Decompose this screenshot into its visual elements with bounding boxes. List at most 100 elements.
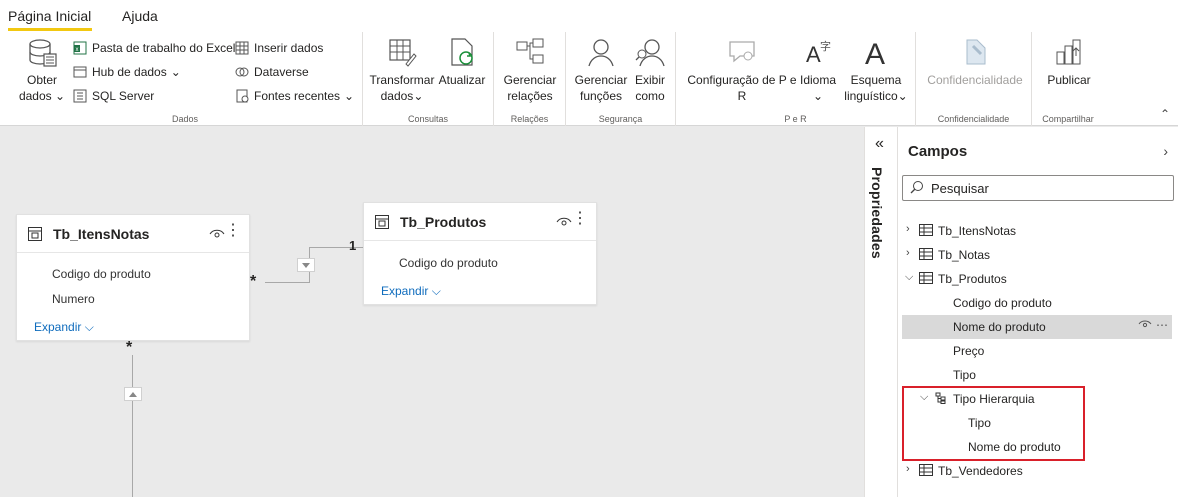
group-label-per: P e R <box>784 114 807 124</box>
table-card-header: Tb_Produtos ⋮ <box>364 203 596 241</box>
field-name: Codigo do produto <box>953 296 1052 310</box>
table-field[interactable]: Codigo do produto <box>399 256 498 270</box>
transformar-dados-button[interactable]: Transformar dados⌄ <box>369 36 435 104</box>
properties-label[interactable]: Propriedades <box>869 167 885 259</box>
more-options-icon[interactable]: ⋮ <box>225 223 241 239</box>
fontes-recentes-button[interactable]: Fontes recentes ⌄ <box>234 88 354 104</box>
tab-ajuda[interactable]: Ajuda <box>122 8 158 24</box>
hub-icon <box>73 66 87 78</box>
configuracao-per-button[interactable]: Configuração de P e R <box>682 36 802 104</box>
highlight-box <box>902 386 1085 461</box>
filter-direction-marker <box>297 258 315 272</box>
obter-dados-button[interactable]: Obter dados ⌄ <box>14 36 70 104</box>
field-table-vendedores[interactable]: › Tb_Vendedores <box>902 459 1172 483</box>
inserir-dados-button[interactable]: Inserir dados <box>234 40 323 56</box>
properties-pane-collapsed: « Propriedades <box>864 127 898 497</box>
table-card-title: Tb_Produtos <box>400 214 487 230</box>
triangle-up-icon <box>129 392 137 397</box>
chevron-down-icon: ⌄ <box>812 89 824 103</box>
table-card-header: Tb_ItensNotas ⋮ <box>17 215 249 253</box>
chevron-right-icon[interactable]: › <box>1163 143 1168 159</box>
field-item-selected[interactable]: Nome do produto ⋯ <box>902 315 1172 339</box>
excel-label: Pasta de trabalho do Excel <box>92 41 236 55</box>
chevron-down-icon: ⌄ <box>170 65 181 79</box>
table-icon <box>919 248 933 260</box>
group-label-relacoes: Relações <box>510 114 549 124</box>
chevron-right-icon[interactable]: › <box>906 247 918 259</box>
esquema-linguistico-button[interactable]: A Esquema linguístico⌄ <box>840 36 912 104</box>
table-field[interactable]: Numero <box>52 292 95 306</box>
dataverse-button[interactable]: Dataverse <box>234 64 309 80</box>
group-seguranca: Gerenciar funções Exibir como Segurança <box>566 32 676 126</box>
sql-button[interactable]: SQL Server <box>72 88 154 104</box>
more-options-icon[interactable]: ⋯ <box>1156 318 1168 332</box>
expand-pane-icon[interactable]: « <box>875 135 884 153</box>
confidencialidade-button[interactable]: Confidencialidade <box>922 36 1028 88</box>
expand-link[interactable]: Expandir ⌵ <box>34 320 94 335</box>
esquema-label: Esquema <box>850 73 902 87</box>
table-card-itensnotas[interactable]: Tb_ItensNotas ⋮ Codigo do produto Numero… <box>16 214 250 341</box>
table-card-produtos[interactable]: Tb_Produtos ⋮ Codigo do produto Expandir… <box>363 202 597 305</box>
eye-icon[interactable] <box>556 215 572 229</box>
chevron-down-icon: ⌄ <box>54 89 66 103</box>
more-options-icon[interactable]: ⋮ <box>572 211 588 227</box>
gerenciar-relacoes-button[interactable]: Gerenciar relações <box>500 36 560 104</box>
table-field[interactable]: Codigo do produto <box>52 267 151 281</box>
table-icon <box>375 215 389 229</box>
atualizar-button[interactable]: Atualizar <box>435 36 489 88</box>
language-icon: A字 <box>806 39 831 67</box>
search-placeholder: Pesquisar <box>931 181 989 196</box>
eye-icon[interactable] <box>1138 318 1152 330</box>
table-icon <box>919 224 933 236</box>
field-table-produtos[interactable]: ⌵ Tb_Produtos <box>902 267 1172 291</box>
eye-icon[interactable] <box>209 227 225 241</box>
field-item[interactable]: Codigo do produto <box>902 291 1172 315</box>
expand-link[interactable]: Expandir ⌵ <box>381 284 441 299</box>
field-item[interactable]: Tipo <box>902 363 1172 387</box>
idioma-button[interactable]: A字 Idioma ⌄ <box>796 36 840 104</box>
chevron-down-icon: ⌵ <box>84 320 94 334</box>
table-card-title: Tb_ItensNotas <box>53 226 150 242</box>
cardinality-many-bottom: * <box>126 339 133 356</box>
publicar-label: Publicar <box>1047 73 1091 87</box>
row-tools: ⋯ <box>1138 318 1168 332</box>
chevron-right-icon[interactable]: › <box>906 463 918 475</box>
table-icon <box>919 464 933 476</box>
table-grid-icon <box>235 41 249 55</box>
group-compartilhar: Publicar Compartilhar <box>1032 32 1104 126</box>
search-input[interactable]: Pesquisar <box>902 175 1174 201</box>
field-table-itensnotas[interactable]: › Tb_ItensNotas <box>902 219 1172 243</box>
table-name: Tb_Produtos <box>938 272 1007 286</box>
group-label-seguranca: Segurança <box>598 114 643 124</box>
chevron-down-icon: ⌄ <box>897 89 908 103</box>
exibir-como-button[interactable]: Exibir como <box>630 36 670 104</box>
linguistic-schema-icon: A <box>865 38 885 68</box>
group-per: Configuração de P e R A字 Idioma ⌄ A Esqu… <box>676 32 916 126</box>
dataverse-icon <box>235 67 249 77</box>
exibir-como-label: Exibir <box>634 73 665 87</box>
model-canvas[interactable]: * 1 * Tb_ItensNotas ⋮ Codigo do produto … <box>0 127 864 497</box>
field-item[interactable]: Preço <box>902 339 1172 363</box>
configuracao-per-label2: R <box>737 89 747 103</box>
chevron-down-icon: ⌄ <box>344 89 355 103</box>
field-table-notas[interactable]: › Tb_Notas <box>902 243 1172 267</box>
gerenciar-funcoes-button[interactable]: Gerenciar funções <box>572 36 630 104</box>
gerenciar-relacoes-label2: relações <box>507 89 553 103</box>
field-name: Preço <box>953 344 985 358</box>
hub-label: Hub de dados <box>92 65 167 79</box>
chevron-right-icon[interactable]: › <box>906 223 918 235</box>
group-label-consultas: Consultas <box>407 114 449 124</box>
gerenciar-funcoes-label: Gerenciar <box>574 73 628 87</box>
excel-button[interactable]: x Pasta de trabalho do Excel <box>72 40 235 56</box>
cardinality-one: 1 <box>349 238 357 253</box>
tab-pagina-inicial[interactable]: Página Inicial <box>8 8 91 24</box>
hub-button[interactable]: Hub de dados ⌄ <box>72 64 181 80</box>
ribbon-tab-bar: Página Inicial Ajuda <box>0 0 1178 32</box>
chevron-down-icon[interactable]: ⌵ <box>905 271 917 284</box>
dataverse-label: Dataverse <box>254 65 309 79</box>
exibir-como-label2: como <box>635 89 665 103</box>
publicar-button[interactable]: Publicar <box>1038 36 1100 88</box>
collapse-ribbon-icon[interactable]: ⌃ <box>1160 107 1170 121</box>
svg-text:x: x <box>76 47 79 53</box>
sql-label: SQL Server <box>92 89 155 103</box>
